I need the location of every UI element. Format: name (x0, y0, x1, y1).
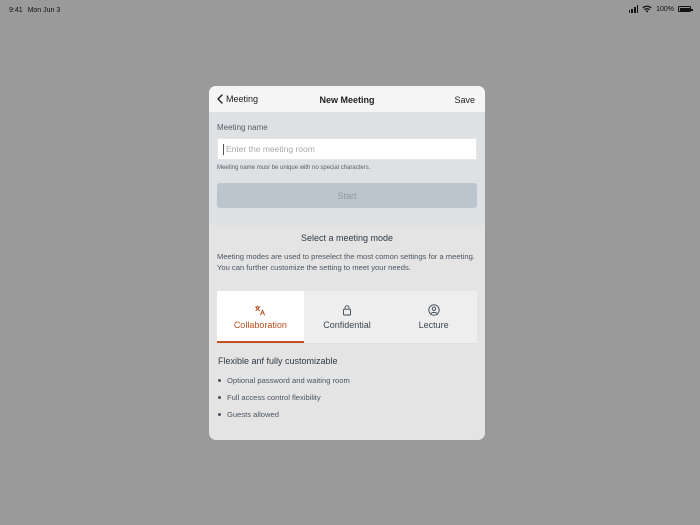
battery-percentage: 100% (656, 5, 674, 13)
tab-collaboration[interactable]: Collaboration (217, 291, 304, 343)
nav-bar: Meeting New Meeting Save (209, 86, 485, 113)
feature-item-label: Optional password and waiting room (227, 376, 350, 385)
meeting-name-helper: Meeting name musr be unique with no spec… (217, 165, 371, 171)
meeting-name-placeholder: Enter the meeting room (226, 144, 315, 154)
mode-features: Flexible anf fully customizable Optional… (209, 356, 485, 423)
wifi-icon (642, 5, 652, 13)
bullet-icon (218, 379, 221, 382)
save-button[interactable]: Save (454, 95, 475, 105)
tab-lecture-label: Lecture (418, 320, 449, 330)
list-item: Full access control flexibility (218, 389, 476, 406)
battery-icon (678, 6, 693, 12)
feature-item-label: Full access control flexibility (227, 393, 321, 402)
tab-lecture[interactable]: Lecture (390, 291, 477, 343)
bullet-icon (218, 413, 221, 416)
feature-item-label: Guests allowed (227, 410, 279, 419)
status-right: 100% (628, 5, 693, 13)
collaboration-icon (255, 305, 266, 316)
page-title: New Meeting (319, 95, 375, 105)
mode-tabs: Collaboration Confidential Lecture (217, 291, 477, 344)
tab-confidential-label: Confidential (323, 320, 371, 330)
tab-collaboration-label: Collaboration (233, 320, 287, 330)
start-button[interactable]: Start (217, 183, 477, 208)
tab-confidential[interactable]: Confidential (304, 291, 391, 343)
status-left: 9:41 Mon Jun 3 (9, 7, 63, 14)
new-meeting-modal: Meeting New Meeting Save Meeting name En… (209, 86, 485, 440)
status-bar: 9:41 Mon Jun 3 100% (0, 0, 700, 20)
cellular-signal-icon (628, 5, 639, 13)
meeting-mode-section: Select a meeting mode Meeting modes are … (209, 225, 485, 344)
status-time: 9:41 (9, 7, 23, 14)
mode-title: Select a meeting mode (300, 233, 394, 243)
status-date: Mon Jun 3 (27, 7, 61, 14)
person-icon (428, 304, 440, 316)
feature-title: Flexible anf fully customizable (218, 356, 338, 366)
lock-icon (343, 305, 351, 316)
meeting-name-label: Meeting name (217, 123, 268, 132)
feature-list: Optional password and waiting room Full … (218, 372, 476, 423)
meeting-form: Meeting name Enter the meeting room Meet… (209, 113, 485, 225)
bullet-icon (218, 396, 221, 399)
list-item: Guests allowed (218, 406, 476, 423)
list-item: Optional password and waiting room (218, 372, 476, 389)
meeting-name-input[interactable]: Enter the meeting room (217, 138, 477, 160)
text-caret (223, 143, 224, 155)
mode-description: Meeting modes are used to preselect the … (217, 252, 475, 272)
